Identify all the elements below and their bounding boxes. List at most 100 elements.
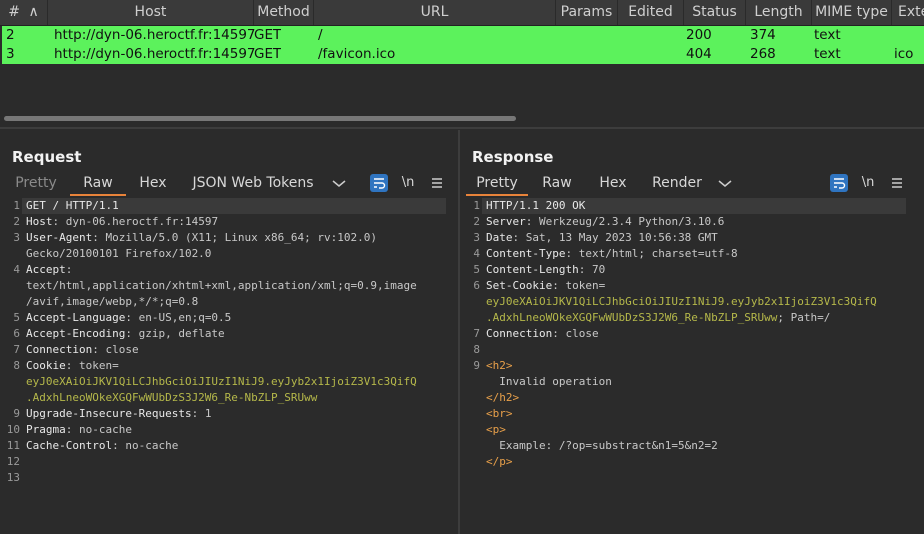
code-line: .AdxhLneoWOkeXGQFwWUbDzS3J2W6_Re-NbZLP_S… — [486, 310, 830, 326]
code-line: Connection: close — [26, 342, 139, 358]
http-history-table: # ∧ Host Method URL Params Edited Status… — [0, 0, 924, 128]
column-header-edited[interactable]: Edited — [618, 0, 684, 25]
code-token: : 1 — [191, 407, 212, 420]
code-token: : Mozilla/5.0 (X11; Linux x86_64; rv:102… — [92, 231, 378, 244]
code-token: Accept-Language — [26, 311, 126, 324]
code-token: : no-cache — [112, 439, 179, 452]
code-line: Invalid operation — [486, 374, 612, 390]
column-header-extension[interactable]: Exte — [892, 0, 924, 25]
code-line: Date: Sat, 13 May 2023 10:56:38 GMT — [486, 230, 718, 246]
table-row[interactable]: 3 http://dyn-06.heroctf.fr:14597 GET /fa… — [2, 45, 924, 64]
hamburger-menu-icon[interactable] — [428, 174, 446, 192]
row-host: http://dyn-06.heroctf.fr:14597 — [54, 46, 256, 62]
horizontal-scrollbar[interactable] — [4, 116, 516, 121]
column-header-status[interactable]: Status — [684, 0, 746, 25]
wrap-lines-icon[interactable] — [370, 174, 388, 192]
table-header: # ∧ Host Method URL Params Edited Status… — [0, 0, 924, 26]
row-length: 374 — [750, 27, 776, 43]
code-line: Content-Type: text/html; charset=utf-8 — [486, 246, 738, 262]
line-number: 7 — [13, 343, 20, 356]
wrap-lines-icon[interactable] — [830, 174, 848, 192]
row-status: 200 — [686, 27, 712, 43]
response-tabs: Pretty Raw Hex Render \n — [460, 172, 924, 196]
chevron-down-icon[interactable] — [330, 174, 348, 192]
column-header-params[interactable]: Params — [556, 0, 618, 25]
line-number: 1 — [13, 199, 20, 212]
code-line: Content-Length: 70 — [486, 262, 605, 278]
code-token: : no-cache — [65, 423, 132, 436]
column-header-method[interactable]: Method — [254, 0, 314, 25]
code-token: Pragma — [26, 423, 66, 436]
column-header-number[interactable]: # ∧ — [0, 0, 48, 25]
row-mime-type: text — [814, 27, 841, 43]
tab-pretty[interactable]: Pretty — [10, 172, 62, 194]
code-token: : Sat, 13 May 2023 10:56:38 GMT — [512, 231, 718, 244]
code-line: Gecko/20100101 Firefox/102.0 — [26, 246, 211, 262]
tab-render[interactable]: Render — [648, 172, 706, 194]
code-line: <h2> — [486, 358, 513, 374]
row-method: GET — [254, 46, 282, 62]
tab-hex[interactable]: Hex — [132, 172, 174, 194]
tab-hex[interactable]: Hex — [592, 172, 634, 194]
code-token: <p> — [486, 423, 506, 436]
code-token: Accept-Encoding — [26, 327, 126, 340]
chevron-down-icon[interactable] — [716, 174, 734, 192]
code-line: Connection: close — [486, 326, 599, 342]
code-token: Content-Type — [486, 247, 566, 260]
code-line: .AdxhLneoWOkeXGQFwWUbDzS3J2W6_Re-NbZLP_S… — [26, 390, 317, 406]
pane-splitter[interactable] — [0, 127, 924, 129]
code-token: Accept — [26, 263, 66, 276]
line-number: 13 — [6, 471, 20, 484]
response-title: Response — [472, 148, 554, 166]
code-token: : — [65, 263, 73, 276]
code-token: text/html,application/xhtml+xml,applicat… — [26, 279, 417, 292]
line-number: 5 — [13, 311, 20, 324]
row-mime-type: text — [814, 46, 841, 62]
code-token: Gecko/20100101 Firefox/102.0 — [26, 247, 212, 260]
code-line: eyJ0eXAiOiJKV1QiLCJhbGciOiJIUzI1NiJ9.eyJ… — [26, 374, 417, 390]
column-header-mime-type[interactable]: MIME type — [812, 0, 892, 25]
newline-toggle[interactable]: \n — [398, 172, 418, 194]
code-line: GET / HTTP/1.1 — [26, 198, 119, 214]
row-url: / — [318, 27, 323, 43]
newline-toggle[interactable]: \n — [858, 172, 878, 194]
code-token: </p> — [486, 455, 513, 468]
column-header-length[interactable]: Length — [746, 0, 812, 25]
line-number: 11 — [6, 439, 20, 452]
request-tabs: Pretty Raw Hex JSON Web Tokens \n — [0, 172, 459, 196]
code-token: Date — [486, 231, 513, 244]
line-number: 8 — [13, 359, 20, 372]
column-header-host[interactable]: Host — [48, 0, 254, 25]
row-extension: ico — [894, 46, 914, 62]
line-number: 4 — [473, 247, 480, 260]
code-token: HTTP/1.1 200 OK — [486, 199, 586, 212]
code-line: Pragma: no-cache — [26, 422, 132, 438]
table-row[interactable]: 2 http://dyn-06.heroctf.fr:14597 GET / 2… — [2, 26, 924, 45]
code-token: ; Path=/ — [777, 311, 831, 324]
tab-raw[interactable]: Raw — [536, 172, 578, 194]
code-token: </h2> — [486, 391, 520, 404]
request-title: Request — [12, 148, 82, 166]
code-line: <p> — [486, 422, 506, 438]
row-length: 268 — [750, 46, 776, 62]
row-url: /favicon.ico — [318, 46, 396, 62]
tab-raw[interactable]: Raw — [70, 172, 126, 196]
code-line: Upgrade-Insecure-Requests: 1 — [26, 406, 211, 422]
line-number: 6 — [473, 279, 480, 292]
code-line: Set-Cookie: token= — [486, 278, 605, 294]
tab-json-web-tokens[interactable]: JSON Web Tokens — [186, 172, 320, 194]
code-line: Example: /?op=substract&n1=5&n2=2 — [486, 438, 718, 454]
line-number: 3 — [473, 231, 480, 244]
code-line: Host: dyn-06.heroctf.fr:14597 — [26, 214, 218, 230]
line-number: 7 — [473, 327, 480, 340]
tab-pretty[interactable]: Pretty — [466, 172, 528, 196]
code-token: GET / HTTP/1.1 — [26, 199, 119, 212]
hamburger-menu-icon[interactable] — [888, 174, 906, 192]
code-token: : close — [552, 327, 599, 340]
line-number: 2 — [13, 215, 20, 228]
column-header-url[interactable]: URL — [314, 0, 556, 25]
line-number: 2 — [473, 215, 480, 228]
code-token: Invalid operation — [486, 375, 612, 388]
sort-ascending-icon: ∧ — [28, 4, 39, 20]
code-token: : token= — [552, 279, 606, 292]
